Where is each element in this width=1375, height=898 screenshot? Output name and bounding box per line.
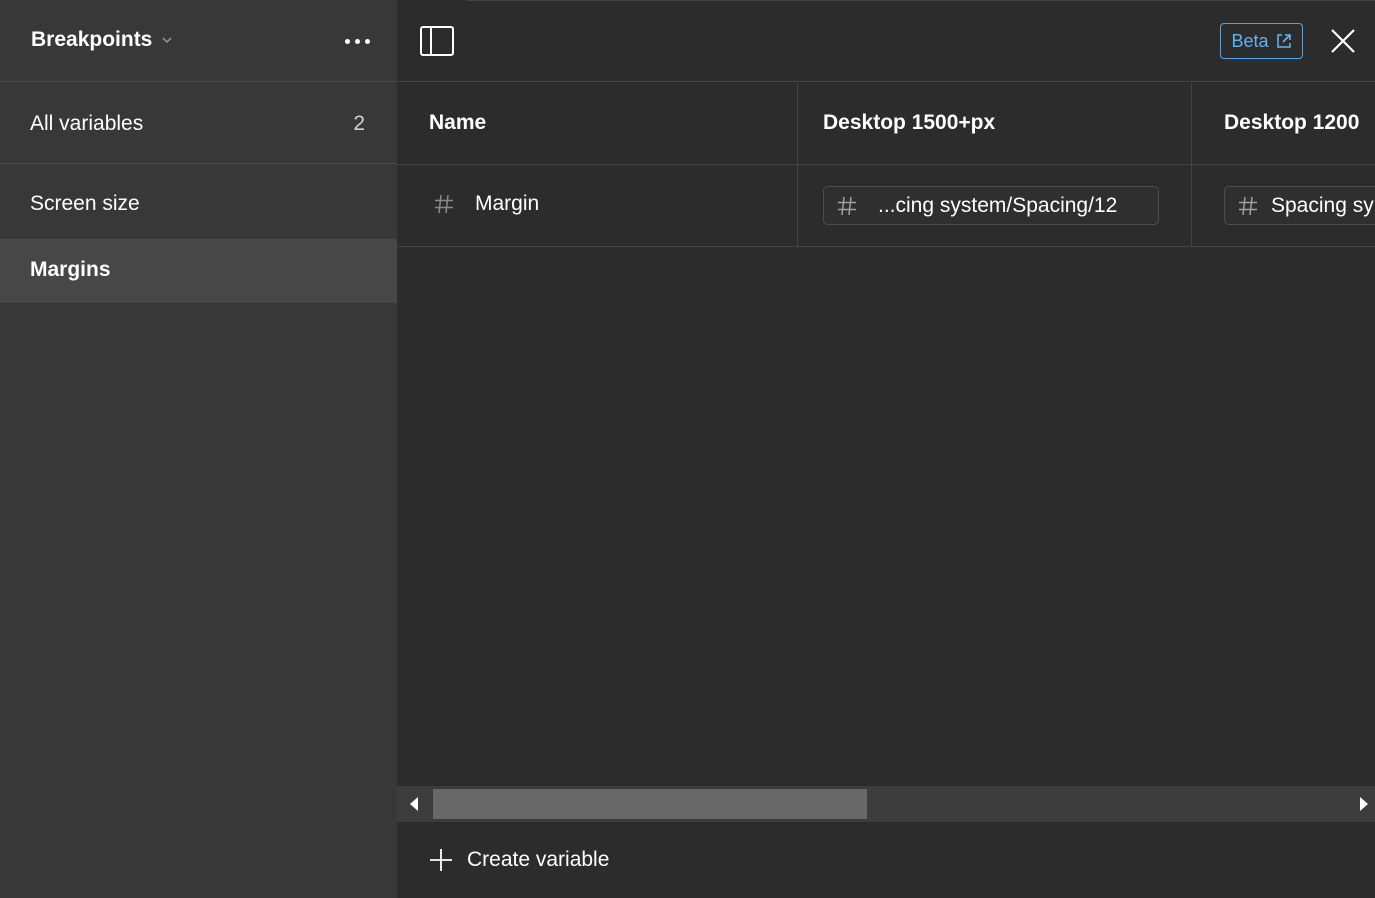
more-horizontal-icon xyxy=(344,38,350,44)
hash-icon xyxy=(838,196,856,215)
plus-icon xyxy=(430,849,452,871)
column-header-mode[interactable]: Desktop 1500+px xyxy=(798,83,1192,164)
scroll-left-arrow-icon[interactable] xyxy=(407,796,421,812)
alias-pill[interactable]: ...cing system/Spacing/12 xyxy=(823,186,1159,225)
table-header-row: Name Desktop 1500+px Desktop 1200 xyxy=(397,83,1375,165)
sidebar-item-label: Screen size xyxy=(30,192,140,215)
variables-table: Name Desktop 1500+px Desktop 1200 Margin xyxy=(397,83,1375,247)
variable-count: 2 xyxy=(353,112,365,135)
alias-value: Spacing sy xyxy=(1271,193,1374,217)
sidebar-item-label: All variables xyxy=(30,112,144,135)
sidebar-item-screen-size[interactable]: Screen size xyxy=(0,173,397,237)
beta-label: Beta xyxy=(1231,30,1269,51)
sidebar-item-margins[interactable]: Margins xyxy=(0,239,397,303)
alias-value: ...cing system/Spacing/12 xyxy=(878,193,1118,217)
hash-icon xyxy=(435,194,453,214)
collections-sidebar: Breakpoints All variables 2 Screen size … xyxy=(0,0,397,898)
table-toolbar: Beta xyxy=(397,0,1375,82)
create-variable-label: Create variable xyxy=(467,848,610,871)
column-header-name[interactable]: Name xyxy=(397,83,798,164)
external-link-icon xyxy=(1276,34,1291,48)
column-header-label: Desktop 1200 xyxy=(1224,111,1360,134)
more-options-button[interactable] xyxy=(338,30,376,52)
alias-pill[interactable]: Spacing sy xyxy=(1224,186,1375,225)
variable-name: Margin xyxy=(475,192,540,215)
variables-modal: Breakpoints All variables 2 Screen size … xyxy=(0,0,1375,898)
scrollbar-thumb[interactable] xyxy=(433,789,867,819)
create-variable-button[interactable]: Create variable xyxy=(429,848,609,872)
column-header-label: Name xyxy=(429,111,487,134)
close-icon[interactable] xyxy=(1330,28,1356,54)
collection-selector[interactable]: Breakpoints xyxy=(31,28,174,52)
table-row[interactable]: Margin ...cing system/Spacing/12 Spacing… xyxy=(397,165,1375,247)
beta-feedback-button[interactable]: Beta xyxy=(1220,23,1303,59)
chevron-down-icon xyxy=(162,37,172,44)
sidebar-header: Breakpoints xyxy=(0,0,397,82)
sidebar-item-all-variables[interactable]: All variables 2 xyxy=(0,83,397,164)
horizontal-scrollbar[interactable] xyxy=(397,786,1375,822)
variable-value-cell[interactable]: Spacing sy xyxy=(1192,165,1375,246)
column-header-mode[interactable]: Desktop 1200 xyxy=(1192,83,1375,164)
variable-value-cell[interactable]: ...cing system/Spacing/12 xyxy=(798,165,1192,246)
scroll-right-arrow-icon[interactable] xyxy=(1357,796,1371,812)
hash-icon xyxy=(1239,196,1257,215)
column-header-label: Desktop 1500+px xyxy=(823,111,996,134)
variables-table-panel: Beta Name Desktop 1500+px Desktop 1200 M… xyxy=(397,0,1375,898)
sidebar-panel-icon[interactable] xyxy=(420,26,454,56)
sidebar-item-label: Margins xyxy=(30,258,111,281)
variable-name-cell[interactable]: Margin xyxy=(397,165,798,246)
collection-title: Breakpoints xyxy=(31,28,153,51)
